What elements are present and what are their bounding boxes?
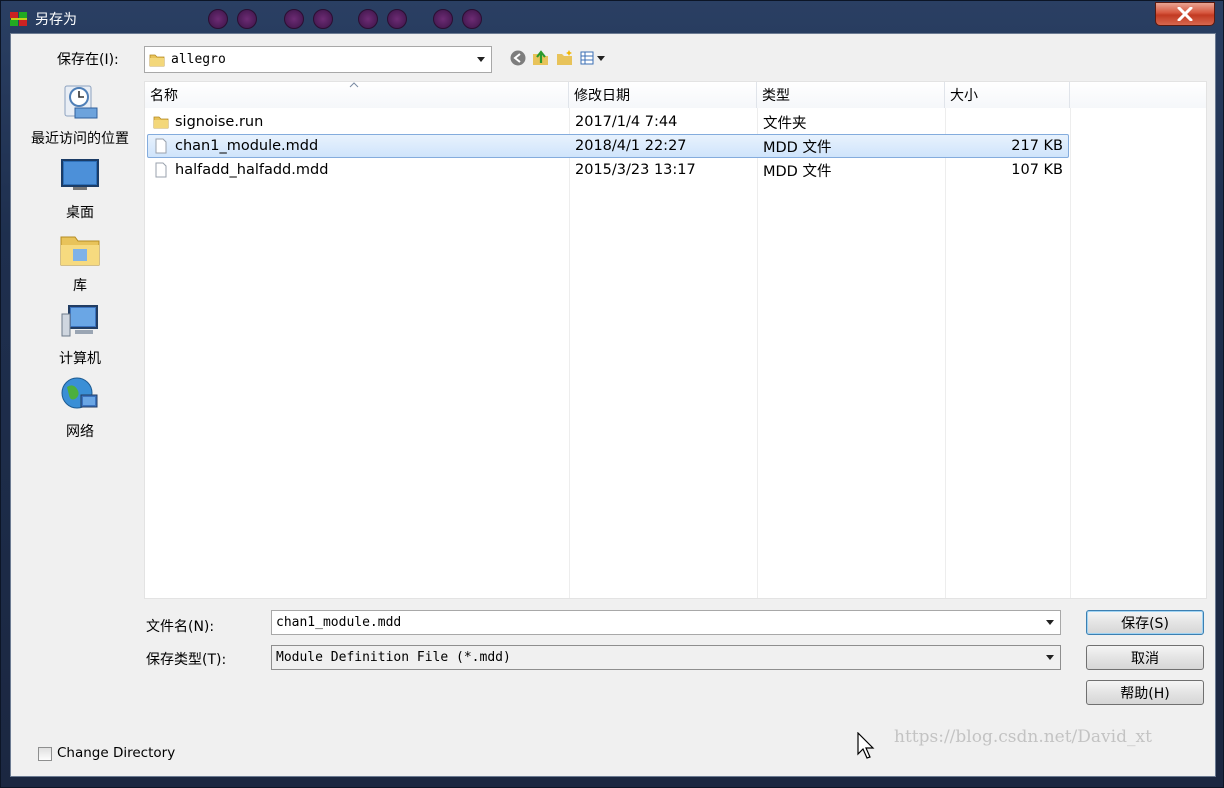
watermark: https://blog.csdn.net/David_xt: [894, 727, 1152, 747]
place-network[interactable]: 网络: [15, 375, 145, 441]
place-recent[interactable]: 最近访问的位置: [15, 82, 145, 148]
view-menu-icon[interactable]: [580, 49, 608, 67]
network-icon: [61, 377, 98, 409]
column-header-date[interactable]: 修改日期: [569, 82, 757, 108]
background-element: [358, 9, 378, 29]
folder-icon: [153, 116, 169, 129]
file-type: MDD 文件: [763, 139, 832, 156]
save-in-value: allegro: [171, 52, 226, 67]
column-divider: [1070, 108, 1071, 598]
file-date: 2018/4/1 22:27: [575, 138, 687, 154]
window-frame: 另存为 保存在(I): allegro 最近访问的位置 桌面 库 计算机 网络 …: [0, 0, 1224, 788]
file-row-signoise[interactable]: signoise.run 2017/1/4 7:44 文件夹: [147, 110, 1069, 134]
change-directory-checkbox[interactable]: [38, 747, 52, 761]
place-libraries[interactable]: 库: [15, 229, 145, 295]
background-element: [237, 9, 257, 29]
file-type: MDD 文件: [763, 163, 832, 180]
save-button[interactable]: 保存(S): [1086, 610, 1204, 635]
column-header-type[interactable]: 类型: [757, 82, 945, 108]
place-label: 网络: [66, 424, 94, 440]
file-row-halfadd[interactable]: halfadd_halfadd.mdd 2015/3/23 13:17 MDD …: [147, 158, 1069, 182]
file-size: 107 KB: [1011, 162, 1063, 178]
filename-label: 文件名(N):: [146, 619, 215, 635]
chevron-down-icon[interactable]: [477, 56, 485, 62]
desktop-icon: [61, 159, 99, 190]
filename-value: chan1_module.mdd: [276, 615, 402, 630]
background-element: [462, 9, 482, 29]
file-list[interactable]: 名称 修改日期 类型 大小 signoise.run 2017/1/4 7:44…: [144, 81, 1207, 599]
name-cell: chan1_module.mdd: [153, 134, 318, 158]
filetype-value: Module Definition File (*.mdd): [276, 650, 511, 665]
title-bar: 另存为: [9, 5, 77, 33]
file-name: chan1_module.mdd: [175, 138, 319, 154]
file-date: 2017/1/4 7:44: [575, 114, 678, 130]
chevron-down-icon[interactable]: [1046, 654, 1054, 660]
libraries-icon: [60, 236, 100, 266]
up-folder-icon[interactable]: [532, 49, 550, 67]
filetype-label: 保存类型(T):: [146, 652, 227, 668]
filename-input[interactable]: chan1_module.mdd: [271, 610, 1061, 635]
help-button[interactable]: 帮助(H): [1086, 680, 1204, 705]
save-in-combo[interactable]: allegro: [144, 46, 492, 73]
column-header-empty: [1070, 82, 1206, 108]
column-header-label: 类型: [762, 88, 790, 104]
computer-icon: [61, 305, 98, 337]
window-title: 另存为: [35, 12, 77, 28]
place-label: 计算机: [59, 351, 101, 367]
name-cell: signoise.run: [153, 110, 263, 134]
background-element: [313, 9, 333, 29]
column-header-name[interactable]: 名称: [145, 82, 569, 108]
cancel-button[interactable]: 取消: [1086, 645, 1204, 670]
chevron-down-icon[interactable]: [1046, 619, 1054, 625]
file-size: 217 KB: [1011, 138, 1063, 154]
save-in-label: 保存在(I):: [57, 52, 119, 68]
background-element: [387, 9, 407, 29]
column-header-size[interactable]: 大小: [945, 82, 1070, 108]
file-name: signoise.run: [175, 114, 264, 130]
filetype-select[interactable]: Module Definition File (*.mdd): [271, 645, 1061, 670]
mouse-cursor-icon: [857, 732, 875, 759]
back-icon[interactable]: [509, 49, 527, 67]
file-size: [947, 110, 1063, 134]
file-date: 2015/3/23 13:17: [575, 162, 696, 178]
place-label: 库: [73, 278, 87, 294]
place-label: 桌面: [66, 205, 94, 221]
change-directory-label: Change Directory: [57, 745, 176, 761]
column-header-label: 名称: [150, 88, 178, 104]
close-button[interactable]: [1155, 2, 1215, 26]
app-icon: [10, 12, 27, 26]
place-desktop[interactable]: 桌面: [15, 156, 145, 222]
close-icon: [1177, 7, 1193, 21]
places-bar: 最近访问的位置 桌面 库 计算机 网络: [15, 76, 137, 724]
place-label: 最近访问的位置: [31, 131, 129, 147]
dialog-client: 保存在(I): allegro 最近访问的位置 桌面 库 计算机 网络 名称 修…: [10, 33, 1216, 777]
name-cell: halfadd_halfadd.mdd: [153, 158, 328, 182]
background-element: [208, 9, 228, 29]
file-icon: [155, 138, 167, 154]
column-header-label: 大小: [950, 88, 978, 104]
place-computer[interactable]: 计算机: [15, 302, 145, 368]
sort-ascending-icon: [349, 82, 359, 88]
background-element: [433, 9, 453, 29]
file-name: halfadd_halfadd.mdd: [175, 162, 329, 178]
recent-places-icon: [64, 85, 98, 119]
column-header-label: 修改日期: [574, 88, 630, 104]
background-element: [284, 9, 304, 29]
file-icon: [155, 162, 167, 178]
file-type: 文件夹: [763, 115, 807, 132]
folder-icon: [149, 54, 165, 66]
file-row-chan1[interactable]: chan1_module.mdd 2018/4/1 22:27 MDD 文件 2…: [147, 134, 1069, 158]
new-folder-icon[interactable]: [556, 49, 574, 67]
